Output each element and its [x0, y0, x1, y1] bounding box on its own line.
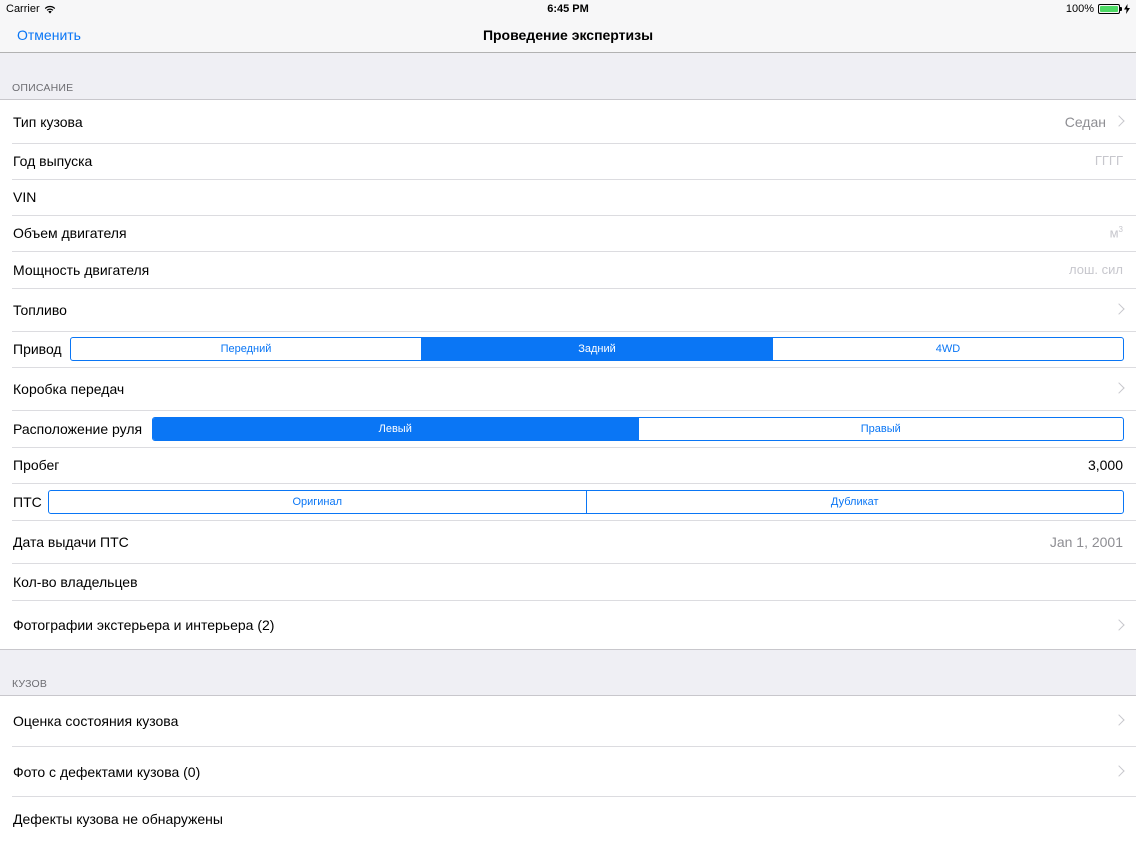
pts-date-row[interactable]: Дата выдачи ПТС Jan 1, 2001 — [0, 521, 1136, 563]
photos-label: Фотографии экстерьера и интерьера (2) — [13, 617, 275, 633]
chevron-right-icon — [1113, 382, 1125, 394]
engine-volume-unit-sup: 3 — [1118, 225, 1123, 234]
drive-option-4wd[interactable]: 4WD — [773, 338, 1123, 360]
section-header-body: КУЗОВ — [12, 678, 48, 690]
drive-row: Привод Передний Задний 4WD — [0, 332, 1136, 367]
drive-option-rear[interactable]: Задний — [422, 338, 773, 360]
body-condition-label: Оценка состояния кузова — [13, 713, 179, 729]
steering-segmented-control: Левый Правый — [152, 417, 1124, 441]
chevron-right-icon — [1113, 765, 1125, 777]
body-type-value: Седан — [1064, 114, 1106, 130]
year-row: Год выпуска ГГГГ — [0, 144, 1136, 179]
drive-label: Привод — [13, 341, 62, 357]
no-defects-label: Дефекты кузова не обнаружены — [13, 811, 223, 827]
page-title: Проведение экспертизы — [482, 27, 654, 43]
pts-segmented-control: Оригинал Дубликат — [48, 490, 1124, 514]
steering-option-right[interactable]: Правый — [639, 418, 1124, 440]
engine-volume-row: Объем двигателя м3 — [0, 216, 1136, 251]
drive-option-front[interactable]: Передний — [71, 338, 422, 360]
battery-icon — [1098, 4, 1122, 14]
chevron-right-icon — [1113, 714, 1125, 726]
owners-row: Кол-во владельцев — [0, 564, 1136, 600]
mileage-input[interactable]: 3,000 — [1088, 457, 1123, 473]
body-type-label: Тип кузова — [13, 114, 83, 130]
vin-row: VIN — [0, 180, 1136, 215]
drive-segmented-control: Передний Задний 4WD — [70, 337, 1124, 361]
engine-volume-label: Объем двигателя — [13, 225, 127, 241]
pts-row: ПТС Оригинал Дубликат — [0, 484, 1136, 520]
mileage-row: Пробег 3,000 — [0, 448, 1136, 483]
engine-volume-input[interactable]: м3 — [1110, 225, 1123, 240]
photos-row[interactable]: Фотографии экстерьера и интерьера (2) — [0, 601, 1136, 650]
engine-volume-unit: м — [1109, 225, 1119, 241]
mileage-label: Пробег — [13, 457, 60, 473]
pts-option-original[interactable]: Оригинал — [49, 491, 587, 513]
owners-input[interactable] — [823, 574, 1123, 592]
charging-icon — [1124, 4, 1130, 14]
engine-power-label: Мощность двигателя — [13, 262, 150, 278]
status-bar: Carrier 6:45 PM 100% — [0, 0, 1136, 18]
no-defects-row[interactable]: Дефекты кузова не обнаружены — [0, 797, 1136, 842]
engine-power-input[interactable]: лош. сил — [1069, 262, 1123, 277]
pts-option-duplicate[interactable]: Дубликат — [587, 491, 1124, 513]
vin-label: VIN — [13, 189, 37, 205]
fuel-row[interactable]: Топливо — [0, 289, 1136, 331]
steering-label: Расположение руля — [13, 421, 143, 437]
navigation-bar: Отменить Проведение экспертизы — [0, 18, 1136, 53]
engine-power-row: Мощность двигателя лош. сил — [0, 252, 1136, 288]
year-label: Год выпуска — [13, 153, 93, 169]
pts-date-label: Дата выдачи ПТС — [13, 534, 129, 550]
owners-label: Кол-во владельцев — [13, 574, 138, 590]
fuel-label: Топливо — [13, 302, 67, 318]
battery-indicator: 100% — [1066, 3, 1130, 15]
year-input[interactable]: ГГГГ — [1095, 153, 1123, 168]
vin-input[interactable] — [823, 189, 1123, 207]
gearbox-row[interactable]: Коробка передач — [0, 368, 1136, 410]
pts-label: ПТС — [13, 494, 42, 510]
body-type-row[interactable]: Тип кузова Седан — [0, 100, 1136, 143]
defect-photos-label: Фото с дефектами кузова (0) — [13, 764, 201, 780]
steering-option-left[interactable]: Левый — [153, 418, 639, 440]
description-group: Тип кузова Седан Год выпуска ГГГГ VIN Об… — [0, 99, 1136, 650]
steering-row: Расположение руля Левый Правый — [0, 411, 1136, 447]
body-group: Оценка состояния кузова Фото с дефектами… — [0, 695, 1136, 852]
status-time: 6:45 PM — [547, 3, 589, 15]
pts-date-value: Jan 1, 2001 — [1049, 534, 1123, 550]
chevron-right-icon — [1113, 619, 1125, 631]
defect-photos-row[interactable]: Фото с дефектами кузова (0) — [0, 747, 1136, 796]
body-condition-row[interactable]: Оценка состояния кузова — [0, 696, 1136, 746]
gearbox-label: Коробка передач — [13, 381, 125, 397]
section-header-description: ОПИСАНИЕ — [12, 82, 74, 94]
battery-percent: 100% — [1065, 3, 1094, 15]
chevron-right-icon — [1113, 303, 1125, 315]
chevron-right-icon — [1113, 115, 1125, 127]
